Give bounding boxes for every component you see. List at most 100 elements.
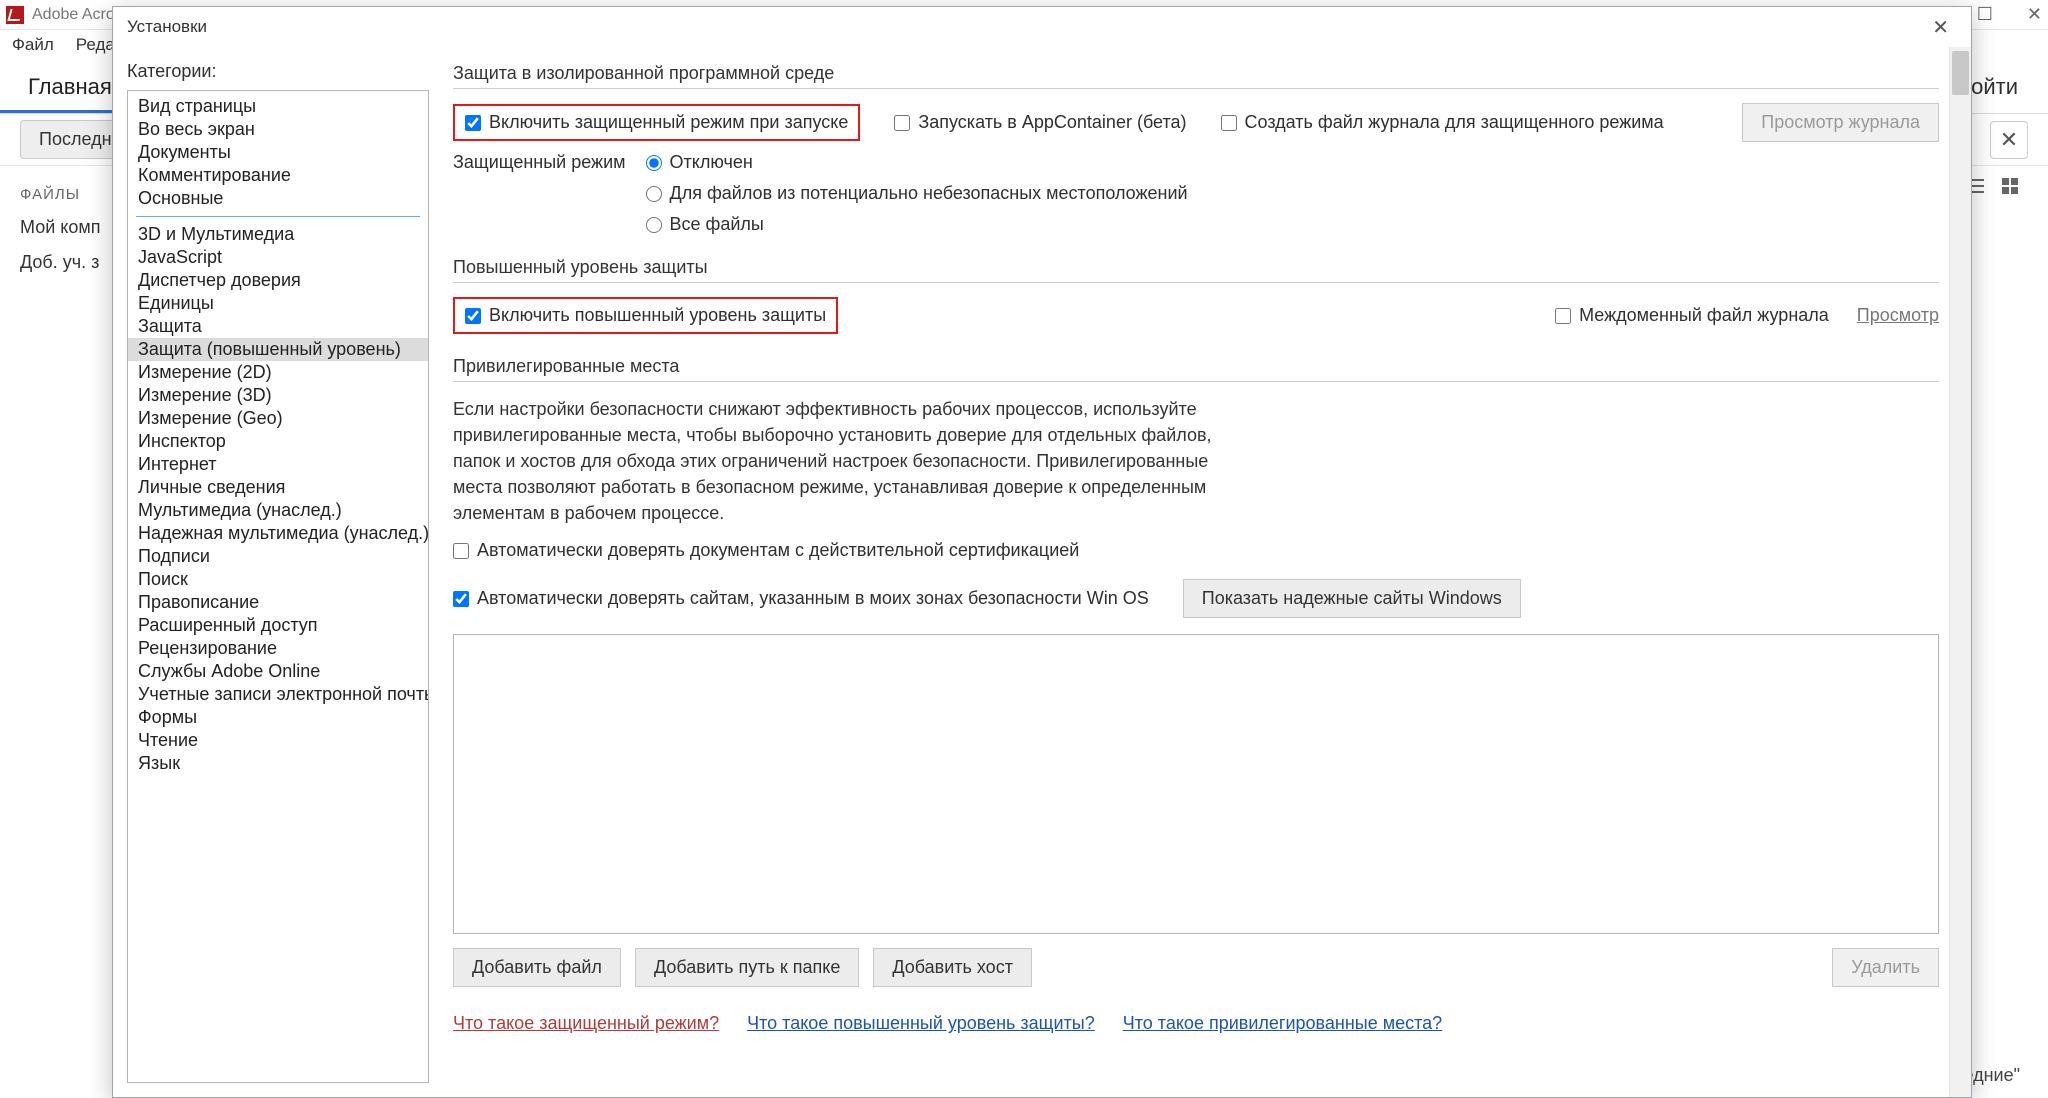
cat-item[interactable]: 3D и Мультимедиа: [128, 223, 428, 246]
cat-item[interactable]: Формы: [128, 706, 428, 729]
privileged-locations-list[interactable]: [453, 634, 1939, 934]
cat-item[interactable]: Расширенный доступ: [128, 614, 428, 637]
cat-item[interactable]: Диспетчер доверия: [128, 269, 428, 292]
dialog-close-button[interactable]: ✕: [1924, 11, 1957, 44]
cat-item[interactable]: Измерение (2D): [128, 361, 428, 384]
content-scrollbar[interactable]: [1949, 47, 1971, 1097]
menu-file[interactable]: Файл: [12, 35, 54, 55]
radio-off-input[interactable]: [646, 155, 662, 171]
settings-content: Защита в изолированной программной среде…: [433, 47, 1971, 1097]
chk-appcontainer[interactable]: Запускать в AppContainer (бета): [894, 112, 1186, 133]
dialog-titlebar: Установки ✕: [113, 7, 1971, 47]
chk-create-log-box[interactable]: [1221, 115, 1237, 131]
chk-appcontainer-box[interactable]: [894, 115, 910, 131]
chk-crossdomain-log-box[interactable]: [1555, 308, 1571, 324]
section-privileged-title: Привилегированные места: [453, 356, 1939, 377]
btn-delete[interactable]: Удалить: [1832, 948, 1939, 987]
cat-item[interactable]: Надежная мультимедиа (унаслед.): [128, 522, 428, 545]
cat-item[interactable]: Учетные записи электронной почты: [128, 683, 428, 706]
chk-protected-mode-launch-box[interactable]: [465, 115, 481, 131]
radio-all-input[interactable]: [646, 217, 662, 233]
btn-add-file[interactable]: Добавить файл: [453, 948, 621, 987]
link-what-is-protected-mode[interactable]: Что такое защищенный режим?: [453, 1013, 719, 1034]
side-item-addacct[interactable]: Доб. уч. з: [20, 252, 120, 273]
host-title: Adobe Acro: [32, 6, 115, 24]
cat-item[interactable]: Во весь экран: [128, 118, 428, 141]
radio-unsafe-label: Для файлов из потенциально небезопасных …: [670, 183, 1188, 204]
side-header: ФАЙЛЫ: [20, 186, 120, 203]
cat-item[interactable]: Службы Adobe Online: [128, 660, 428, 683]
categories-panel: Категории: Вид страницы Во весь экран До…: [113, 47, 433, 1097]
chk-create-log[interactable]: Создать файл журнала для защищенного реж…: [1221, 112, 1664, 133]
chk-trust-certified[interactable]: Автоматически доверять документам с дейс…: [453, 540, 1939, 561]
chk-enhanced-security[interactable]: Включить повышенный уровень защиты: [453, 297, 838, 334]
divider: [453, 381, 1939, 382]
btn-add-folder[interactable]: Добавить путь к папке: [635, 948, 859, 987]
footer-help-links: Что такое защищенный режим? Что такое по…: [453, 1013, 1939, 1034]
cat-item[interactable]: Мультимедиа (унаслед.): [128, 499, 428, 522]
radio-unsafe-locations[interactable]: Для файлов из потенциально небезопасных …: [646, 183, 1188, 204]
radio-unsafe-input[interactable]: [646, 186, 662, 202]
radio-all-files[interactable]: Все файлы: [646, 214, 1188, 235]
chk-trust-certified-label: Автоматически доверять документам с дейс…: [477, 540, 1079, 561]
chk-crossdomain-log[interactable]: Междоменный файл журнала: [1555, 305, 1829, 326]
cat-item[interactable]: Подписи: [128, 545, 428, 568]
cat-item[interactable]: Язык: [128, 752, 428, 775]
host-view-icons: [1966, 176, 2020, 196]
categories-label: Категории:: [127, 61, 429, 82]
chk-protected-mode-launch-label: Включить защищенный режим при запуске: [489, 112, 848, 133]
cat-item[interactable]: Поиск: [128, 568, 428, 591]
btn-view-log[interactable]: Просмотр журнала: [1742, 103, 1939, 142]
cat-item[interactable]: Инспектор: [128, 430, 428, 453]
cat-item[interactable]: Измерение (3D): [128, 384, 428, 407]
section-enhanced-title: Повышенный уровень защиты: [453, 257, 1939, 278]
cat-item[interactable]: JavaScript: [128, 246, 428, 269]
section-sandbox-title: Защита в изолированной программной среде: [453, 63, 1939, 84]
grid-view-icon[interactable]: [2000, 176, 2020, 196]
cat-item[interactable]: Защита: [128, 315, 428, 338]
categories-list[interactable]: Вид страницы Во весь экран Документы Ком…: [127, 90, 429, 1083]
chk-trust-os-zones-box[interactable]: [453, 591, 469, 607]
cat-item[interactable]: Личные сведения: [128, 476, 428, 499]
cat-item[interactable]: Комментирование: [128, 164, 428, 187]
btn-show-trusted-sites[interactable]: Показать надежные сайты Windows: [1183, 579, 1521, 618]
maximize-icon[interactable]: ☐: [1977, 4, 1993, 25]
chk-protected-mode-launch[interactable]: Включить защищенный режим при запуске: [453, 104, 860, 141]
cat-item[interactable]: Интернет: [128, 453, 428, 476]
cat-item-selected[interactable]: Защита (повышенный уровень): [128, 338, 428, 361]
divider: [453, 282, 1939, 283]
protected-mode-label: Защищенный режим: [453, 152, 626, 173]
chk-create-log-label: Создать файл журнала для защищенного реж…: [1245, 112, 1664, 133]
close-icon[interactable]: ✕: [2027, 4, 2042, 25]
cat-item[interactable]: Единицы: [128, 292, 428, 315]
category-separator: [136, 216, 420, 217]
link-what-are-privileged-locations[interactable]: Что такое привилегированные места?: [1123, 1013, 1442, 1034]
cat-item[interactable]: Основные: [128, 187, 428, 210]
adobe-logo-icon: [6, 6, 24, 24]
cat-item[interactable]: Измерение (Geo): [128, 407, 428, 430]
chk-enhanced-security-label: Включить повышенный уровень защиты: [489, 305, 826, 326]
chk-enhanced-security-box[interactable]: [465, 308, 481, 324]
chk-trust-certified-box[interactable]: [453, 543, 469, 559]
cat-item[interactable]: Чтение: [128, 729, 428, 752]
cat-item[interactable]: Вид страницы: [128, 95, 428, 118]
cat-item[interactable]: Правописание: [128, 591, 428, 614]
link-view-crossdomain[interactable]: Просмотр: [1857, 305, 1939, 326]
radio-off-label: Отключен: [670, 152, 753, 173]
chk-appcontainer-label: Запускать в AppContainer (бета): [918, 112, 1186, 133]
btn-add-host[interactable]: Добавить хост: [873, 948, 1032, 987]
chk-trust-os-zones-label: Автоматически доверять сайтам, указанным…: [477, 588, 1149, 609]
radio-off[interactable]: Отключен: [646, 152, 1188, 173]
cat-item[interactable]: Рецензирование: [128, 637, 428, 660]
privileged-description: Если настройки безопасности снижают эффе…: [453, 396, 1213, 526]
radio-all-label: Все файлы: [670, 214, 764, 235]
cat-item[interactable]: Документы: [128, 141, 428, 164]
divider: [453, 88, 1939, 89]
protected-mode-radiogroup: Отключен Для файлов из потенциально небе…: [646, 152, 1188, 235]
chk-trust-os-zones[interactable]: Автоматически доверять сайтам, указанным…: [453, 588, 1149, 609]
dialog-title: Установки: [127, 17, 207, 37]
side-item-mycomp[interactable]: Мой комп: [20, 217, 120, 238]
panel-close-icon[interactable]: ✕: [1990, 121, 2028, 159]
link-what-is-enhanced-security[interactable]: Что такое повышенный уровень защиты?: [747, 1013, 1095, 1034]
chk-crossdomain-log-label: Междоменный файл журнала: [1579, 305, 1829, 326]
